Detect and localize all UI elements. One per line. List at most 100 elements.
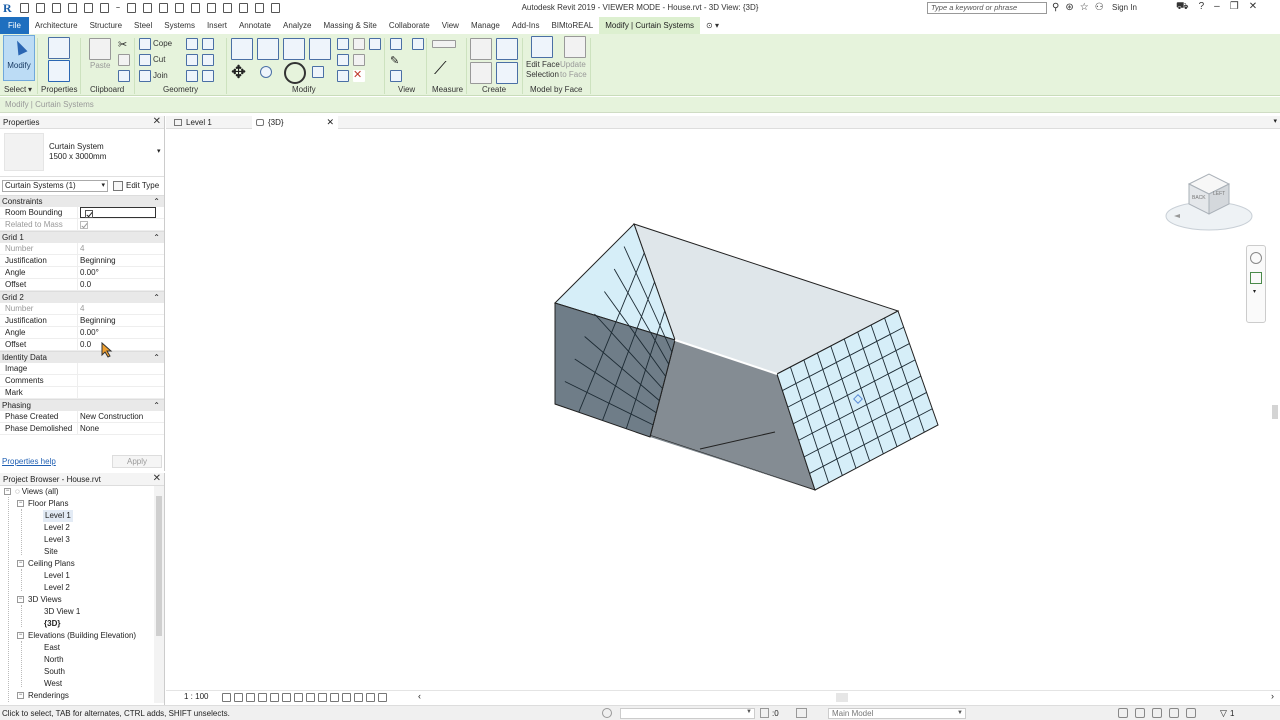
tree-floor-level-3[interactable]: Level 3 <box>44 534 70 546</box>
sun-path-icon[interactable] <box>246 693 255 702</box>
sign-in-link[interactable]: Sign In <box>1112 3 1137 12</box>
filter-icon[interactable]: ▽ <box>1220 708 1227 719</box>
tab-structure[interactable]: Structure <box>84 17 128 34</box>
tree-ceiling-plans[interactable]: − Ceiling Plans <box>17 558 75 570</box>
temp-hide-icon[interactable] <box>318 693 327 702</box>
close-icon[interactable]: ✕ <box>153 473 161 484</box>
edit-face-selection-label[interactable]: Edit Face Selection <box>526 60 562 80</box>
hide-in-view-icon[interactable] <box>412 38 424 50</box>
tab-steel[interactable]: Steel <box>128 17 158 34</box>
reveal-hidden-icon[interactable] <box>330 693 339 702</box>
delete-icon[interactable]: ✕ <box>353 70 365 82</box>
scroll-right-icon[interactable]: › <box>1271 691 1274 701</box>
mirror-draw-icon[interactable] <box>309 38 331 60</box>
help-search-input[interactable]: Type a keyword or phrase <box>927 2 1047 14</box>
select-links-icon[interactable] <box>1118 708 1128 718</box>
detail-level-icon[interactable] <box>222 693 231 702</box>
view-scale[interactable]: 1 : 100 <box>184 692 208 701</box>
tree-floor-plans[interactable]: − Floor Plans <box>17 498 68 510</box>
drag-elements-icon[interactable] <box>1186 708 1196 718</box>
tab-collaborate[interactable]: Collaborate <box>383 17 436 34</box>
copy-icon[interactable] <box>118 54 130 66</box>
zoom-icon[interactable] <box>1250 272 1262 284</box>
match-properties-icon[interactable] <box>118 70 130 82</box>
design-options-icon[interactable] <box>796 708 807 718</box>
chevron-down-icon[interactable]: ▾ <box>157 147 161 155</box>
cart-icon[interactable]: ⛟ <box>1176 1 1189 14</box>
trim-extend-icon[interactable] <box>312 66 324 78</box>
rotate-icon[interactable] <box>284 62 306 84</box>
editable-only-icon[interactable] <box>760 708 769 718</box>
minimize-icon[interactable]: – <box>1214 1 1220 14</box>
measure-icon[interactable]: ⟋ <box>434 58 456 80</box>
worksets-icon[interactable] <box>602 708 612 718</box>
tab-massing-site[interactable]: Massing & Site <box>317 17 382 34</box>
tab-manage[interactable]: Manage <box>465 17 506 34</box>
viewcube[interactable]: BACK LEFT <box>1164 166 1254 236</box>
highlight-displacement-icon[interactable] <box>366 693 375 702</box>
render-icon[interactable] <box>270 693 279 702</box>
property-group-header[interactable]: Phasing ⌃ <box>0 399 164 411</box>
properties-icon[interactable] <box>48 60 70 82</box>
tab-annotate[interactable]: Annotate <box>233 17 277 34</box>
property-value[interactable]: 0.0 <box>78 339 156 350</box>
reveal-constraints-icon[interactable] <box>378 693 387 702</box>
close-icon[interactable]: ✕ <box>326 116 334 129</box>
collapse-group-icon[interactable]: ⌃ <box>153 400 160 412</box>
lock-3d-icon[interactable] <box>306 693 315 702</box>
array-icon[interactable] <box>337 54 349 66</box>
aligned-dimension-icon[interactable] <box>432 40 456 48</box>
unpin-icon[interactable] <box>369 38 381 50</box>
select-dropdown-icon[interactable]: ▾ <box>28 85 32 94</box>
tree-floor-level-2[interactable]: Level 2 <box>44 522 70 534</box>
close-icon[interactable]: ✕ <box>153 116 161 127</box>
tree-renderings[interactable]: − Renderings <box>17 690 69 702</box>
tree-elev-east[interactable]: East <box>44 642 60 654</box>
tree-3d-views[interactable]: −3D Views <box>17 594 62 606</box>
property-value[interactable]: Beginning <box>78 315 156 326</box>
visual-style-icon[interactable] <box>234 693 243 702</box>
wall-joins-icon[interactable] <box>186 38 198 50</box>
cope-icon[interactable] <box>139 38 151 50</box>
mirror-axis-icon[interactable] <box>283 38 305 60</box>
cut-clipboard-icon[interactable]: ✂ <box>118 38 130 51</box>
update-to-face-icon[interactable] <box>564 36 586 58</box>
select-pinned-icon[interactable] <box>1152 708 1162 718</box>
copy-modify-icon[interactable] <box>260 66 272 78</box>
type-properties-icon[interactable] <box>48 37 70 59</box>
align-icon[interactable] <box>231 38 253 60</box>
paint-icon[interactable] <box>202 54 214 66</box>
tree-elev-north[interactable]: North <box>44 654 64 666</box>
tree-views-all[interactable]: − ◌ Views (all) <box>4 486 59 498</box>
user-icon[interactable]: ⚇ <box>1095 2 1104 13</box>
design-option-select[interactable]: Main Model ▼ <box>828 708 966 719</box>
view-filter-icon[interactable] <box>390 70 402 82</box>
override-graphics-icon[interactable] <box>390 38 402 50</box>
tree-3d-default[interactable]: {3D} <box>44 618 60 630</box>
select-underlay-icon[interactable] <box>1135 708 1145 718</box>
scroll-thumb[interactable] <box>1272 405 1278 419</box>
tree-ceiling-level-1[interactable]: Level 1 <box>44 570 70 582</box>
subscription-icon[interactable]: ⊛ <box>1065 2 1073 13</box>
model-view[interactable] <box>166 130 1270 690</box>
move-icon[interactable]: ✥ <box>231 62 253 84</box>
tab-level-1[interactable]: Level 1 <box>170 116 250 129</box>
collapse-toggle[interactable]: − <box>17 632 24 640</box>
property-value[interactable]: None <box>78 423 156 434</box>
collapse-group-icon[interactable]: ⌃ <box>153 232 160 244</box>
properties-help-link[interactable]: Properties help <box>2 457 56 466</box>
beam-join-icon[interactable] <box>186 70 198 82</box>
update-to-face-label[interactable]: Update to Face <box>560 60 594 80</box>
tab-systems[interactable]: Systems <box>158 17 201 34</box>
tree-elevations[interactable]: − Elevations (Building Elevation) <box>17 630 136 642</box>
tree-floor-site[interactable]: Site <box>44 546 58 558</box>
tab-3d[interactable]: {3D} ✕ <box>252 116 338 129</box>
temp-view-props-icon[interactable] <box>342 693 351 702</box>
split-face-icon[interactable] <box>202 38 214 50</box>
show-crop-icon[interactable] <box>294 693 303 702</box>
create-parts-icon[interactable] <box>496 38 518 60</box>
close-icon[interactable]: ✕ <box>1249 1 1257 14</box>
pin-disabled-icon[interactable] <box>353 54 365 66</box>
scroll-left-icon[interactable]: ‹ <box>418 691 421 701</box>
property-value[interactable]: 0.0 <box>78 279 156 290</box>
